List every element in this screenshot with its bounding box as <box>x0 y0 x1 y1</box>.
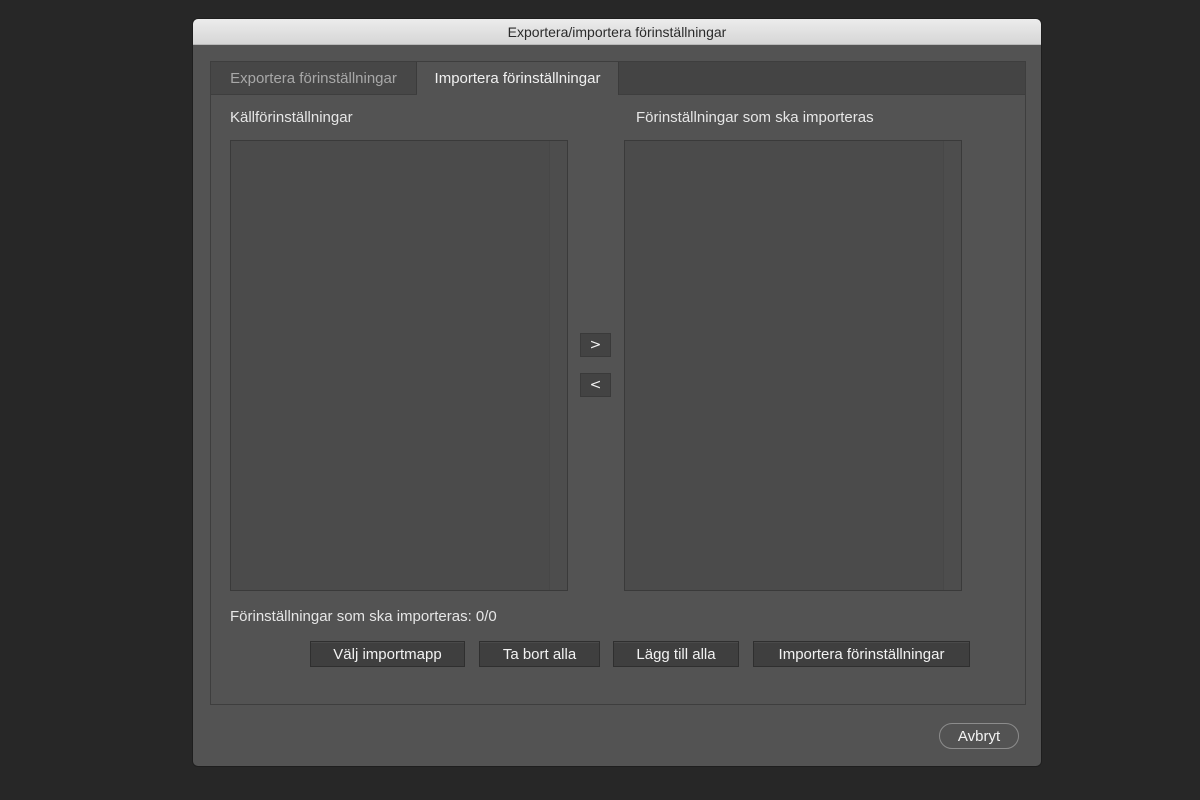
presets-to-import-label: Förinställningar som ska importeras <box>636 109 874 126</box>
tab-export-presets[interactable]: Exportera förinställningar <box>211 62 417 94</box>
import-presets-button[interactable]: Importera förinställningar <box>753 641 970 667</box>
export-import-presets-dialog: Exportera/importera förinställningar Exp… <box>193 19 1041 766</box>
remove-selected-button[interactable]: < <box>580 373 611 397</box>
tab-panel: Exportera förinställningar Importera för… <box>210 61 1026 705</box>
add-all-button[interactable]: Lägg till alla <box>613 641 739 667</box>
add-selected-button[interactable]: > <box>580 333 611 357</box>
import-count-status: Förinställningar som ska importeras: 0/0 <box>230 608 497 625</box>
remove-all-button[interactable]: Ta bort alla <box>479 641 600 667</box>
source-list-scrollbar[interactable] <box>549 141 567 590</box>
source-presets-label: Källförinställningar <box>230 109 353 126</box>
tab-bar: Exportera förinställningar Importera för… <box>211 62 1025 95</box>
window-titlebar: Exportera/importera förinställningar <box>193 19 1041 45</box>
tab-import-presets[interactable]: Importera förinställningar <box>417 62 619 95</box>
window-title: Exportera/importera förinställningar <box>507 23 727 40</box>
source-presets-list[interactable] <box>230 140 568 591</box>
presets-to-import-list[interactable] <box>624 140 962 591</box>
cancel-button[interactable]: Avbryt <box>939 723 1019 749</box>
choose-import-folder-button[interactable]: Välj importmapp <box>310 641 465 667</box>
target-list-scrollbar[interactable] <box>943 141 961 590</box>
